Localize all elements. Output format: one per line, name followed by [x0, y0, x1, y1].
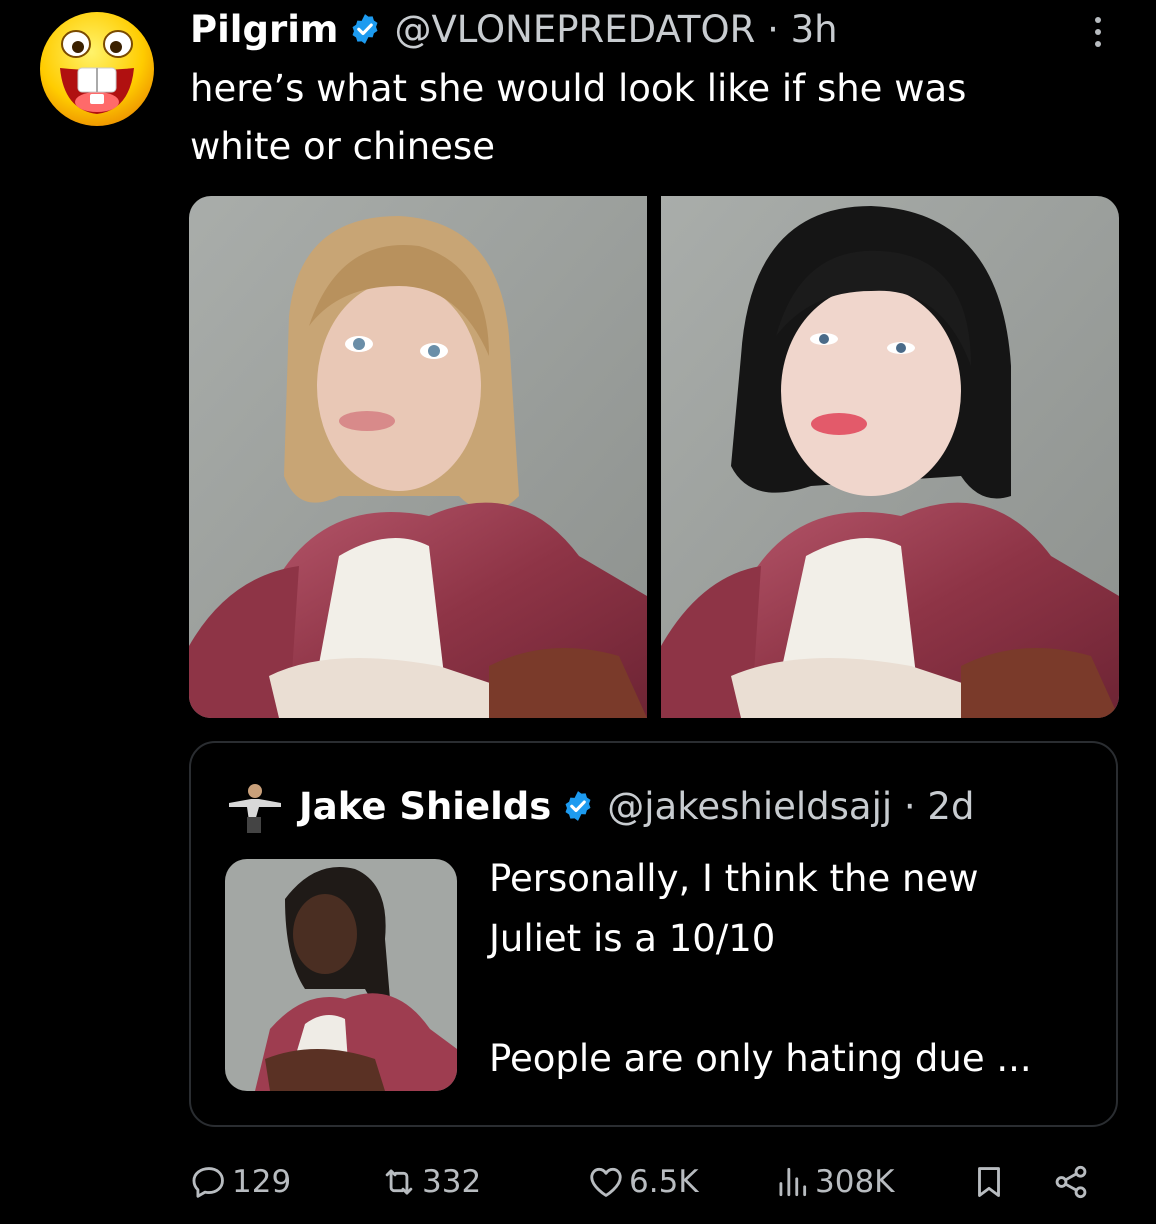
avatar[interactable]: [38, 10, 156, 128]
tweet-text-line: here’s what she would look like if she w…: [190, 67, 967, 110]
quoted-media-thumbnail[interactable]: [225, 859, 457, 1091]
like-button[interactable]: 6.5K: [587, 1158, 699, 1206]
quoted-text-line: People are only hating due ...: [489, 1037, 1032, 1080]
share-button[interactable]: [1052, 1158, 1094, 1206]
quoted-text-line: Personally, I think the new: [489, 857, 979, 900]
quoted-header: Jake Shields @jakeshieldsajj · 2d: [299, 779, 974, 833]
quoted-text-line: Juliet is a 10/10: [489, 917, 776, 960]
reply-count: 129: [232, 1164, 292, 1200]
like-count: 6.5K: [629, 1164, 699, 1200]
repost-count: 332: [422, 1164, 482, 1200]
repost-button[interactable]: 332: [380, 1158, 481, 1206]
repost-icon: [385, 1169, 413, 1195]
quoted-author-handle-time[interactable]: @jakeshieldsajj · 2d: [607, 785, 974, 828]
black-hair-portrait-image: [661, 196, 1119, 718]
quoted-author-name[interactable]: Jake Shields: [299, 785, 551, 828]
views-button[interactable]: 308K: [773, 1158, 895, 1206]
views-chart-icon: [779, 1167, 807, 1197]
tweet-text-line: white or chinese: [190, 125, 495, 168]
bookmark-button[interactable]: [970, 1158, 1012, 1206]
verified-badge-icon: [565, 791, 591, 821]
verified-badge-icon: [352, 14, 378, 44]
blonde-portrait-image: [189, 196, 647, 718]
views-count: 308K: [815, 1164, 895, 1200]
more-options-icon[interactable]: [1088, 12, 1108, 52]
laughing-emoji-icon: [40, 12, 154, 126]
tweet-media-right[interactable]: [661, 196, 1119, 718]
author-name[interactable]: Pilgrim: [190, 8, 338, 51]
quoted-portrait-image: [225, 859, 457, 1091]
author-handle-time[interactable]: @VLONEPREDATOR · 3h: [394, 8, 837, 51]
tweet-media-left[interactable]: [189, 196, 647, 718]
share-icon: [1055, 1165, 1087, 1199]
quoted-author-avatar[interactable]: [225, 777, 283, 835]
reply-button[interactable]: 129: [190, 1158, 291, 1206]
reply-icon: [192, 1167, 224, 1198]
quoted-tweet-text: Personally, I think the new Juliet is a …: [489, 849, 1089, 1089]
tweet-text: here’s what she would look like if she w…: [190, 60, 1090, 176]
tweet-header: Pilgrim @VLONEPREDATOR · 3h: [190, 4, 838, 54]
action-bar: 129 332 6.5K 308K: [0, 1158, 1156, 1206]
bookmark-icon: [978, 1167, 1000, 1197]
heart-icon: [590, 1167, 622, 1197]
quoted-tweet[interactable]: Jake Shields @jakeshieldsajj · 2d Person…: [189, 741, 1118, 1127]
